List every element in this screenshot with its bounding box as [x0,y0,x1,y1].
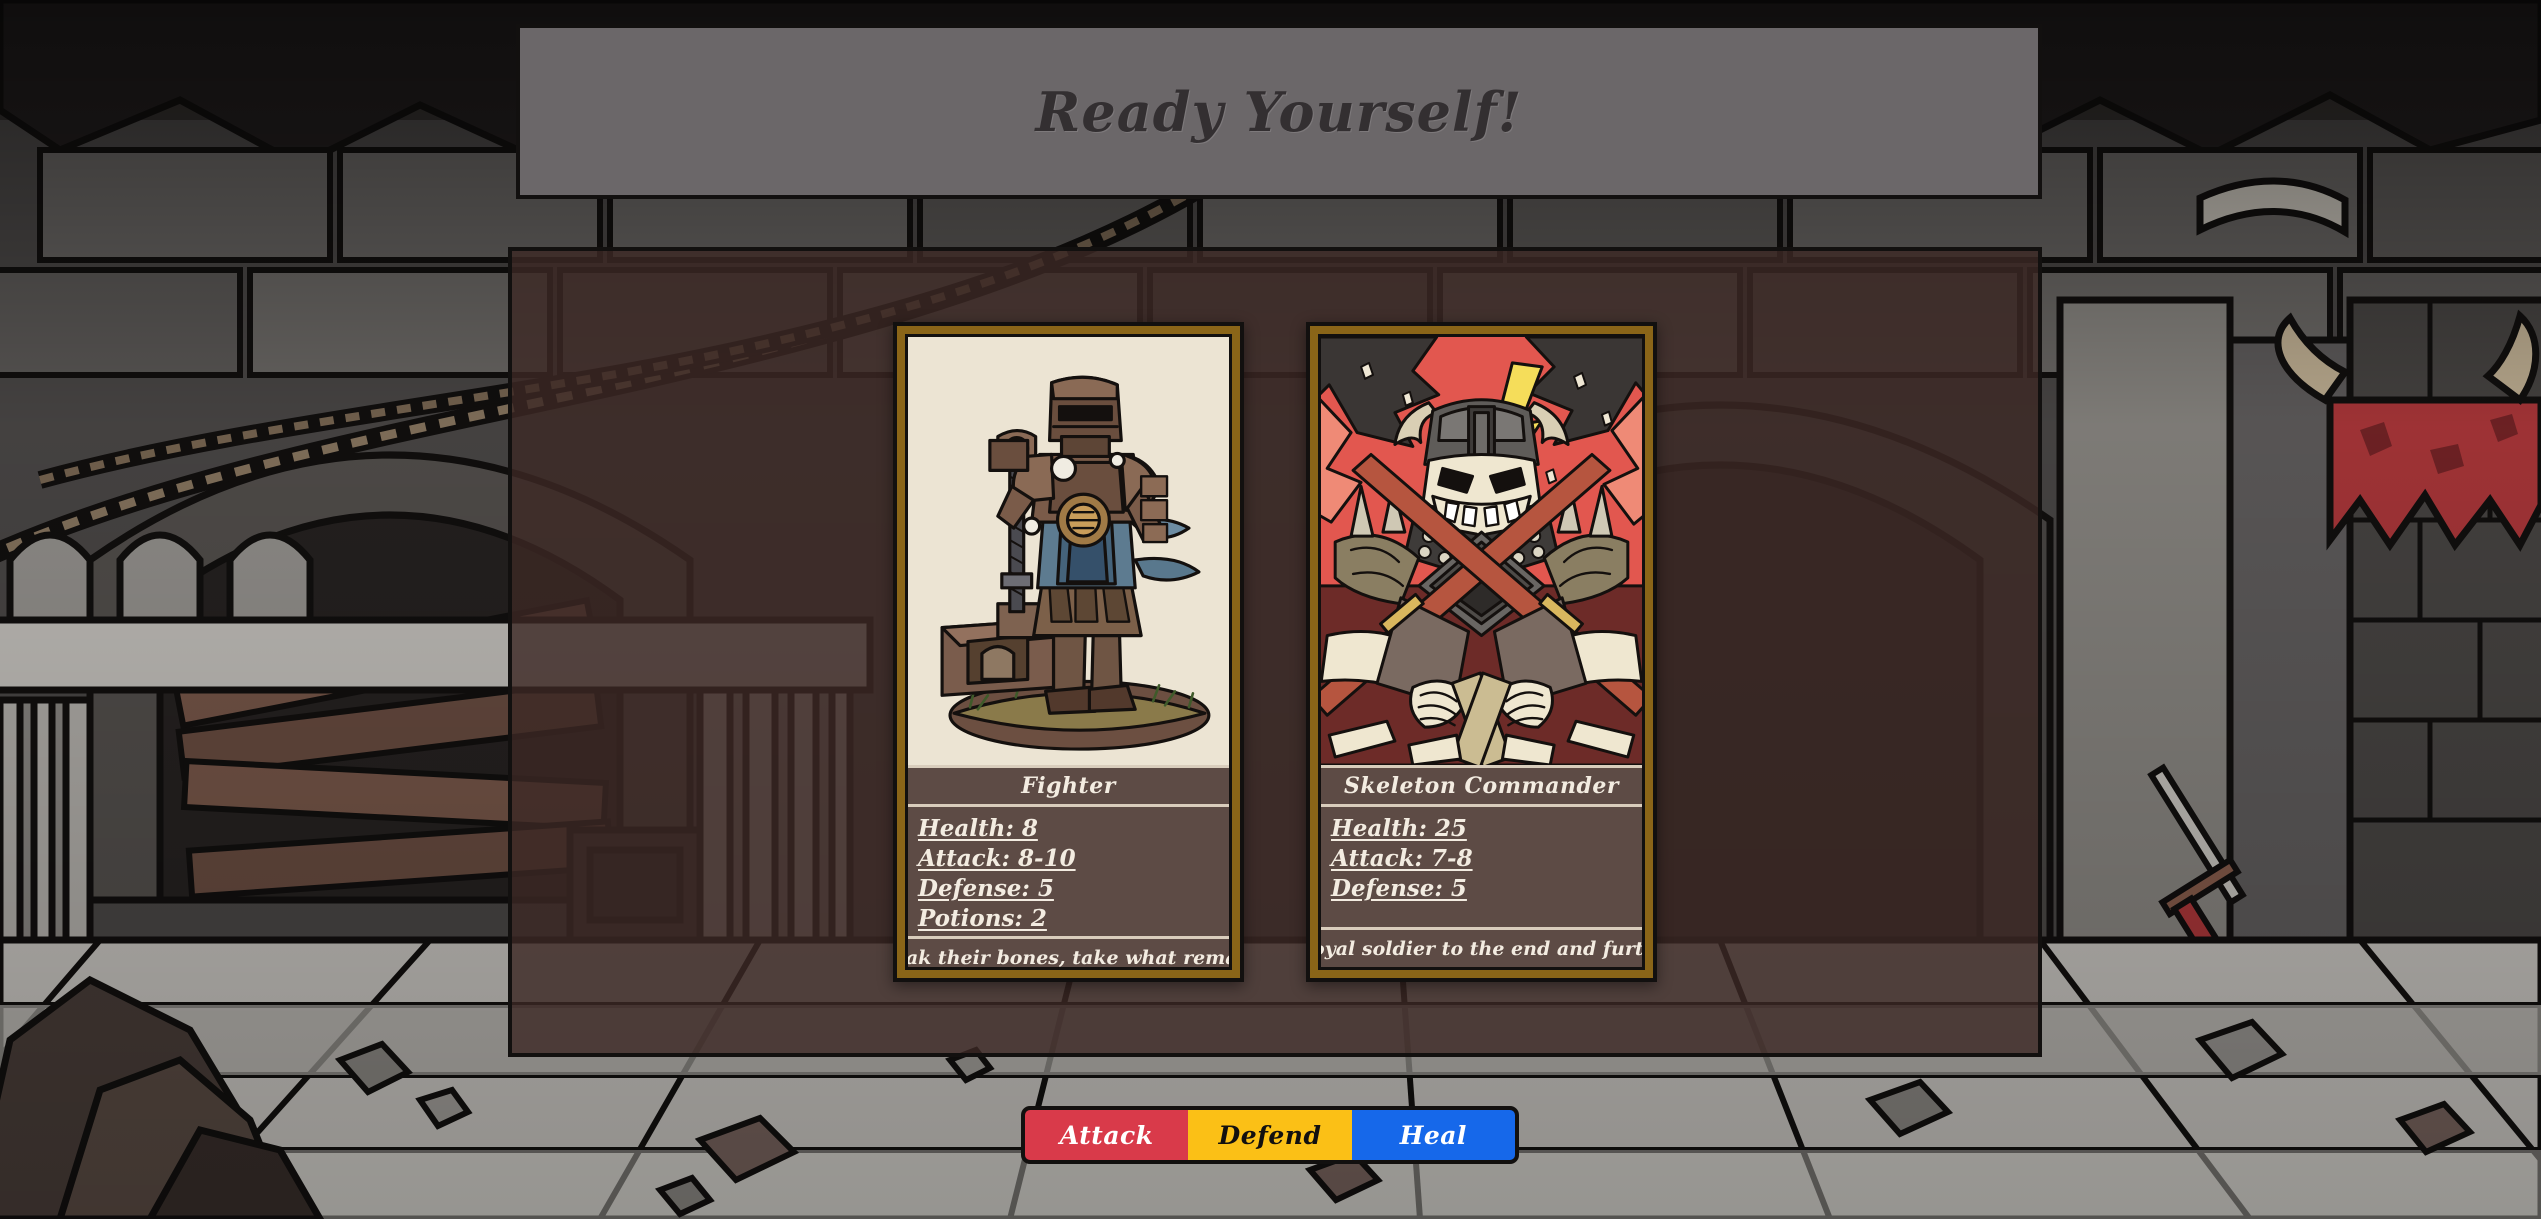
skeleton-commander-quote-bar: "A loyal soldier to the end and further" [1321,927,1642,967]
heal-button[interactable]: Heal [1351,1110,1515,1160]
page-title: Ready Yourself! [1035,79,1523,144]
stat-potions: Potions: 2 [918,905,1047,932]
skeleton-commander-stats: Health: 25 Attack: 7-8 Defense: 5 [1321,807,1642,927]
fighter-quote-bar: "Break their bones, take what remains" [905,936,1229,969]
fighter-stats: Health: 8 Attack: 8-10 Defense: 5 Potion… [908,807,1229,936]
stat-health: Health: 8 [918,815,1038,842]
action-bar: Attack Defend Heal [1021,1106,1519,1164]
game-screen: Ready Yourself! Fighter Health: 8 Attack… [0,0,2541,1219]
stat-defense: Defense: 5 [1331,875,1467,902]
card-inner: Skeleton Commander Health: 25 Attack: 7-… [1318,334,1645,970]
card-quote: "Break their bones, take what remains" [905,946,1229,969]
defend-button[interactable]: Defend [1188,1110,1352,1160]
card-name: Fighter [1021,773,1116,799]
stat-attack: Attack: 8-10 [918,845,1076,872]
skeleton-commander-card-art [1321,337,1642,765]
skeleton-commander-name-bar: Skeleton Commander [1321,765,1642,807]
card-inner: Fighter Health: 8 Attack: 8-10 Defense: … [905,334,1232,970]
fighter-card-art [908,337,1229,765]
card-name: Skeleton Commander [1344,773,1619,799]
stat-attack: Attack: 7-8 [1331,845,1473,872]
character-card-skeleton-commander[interactable]: Skeleton Commander Health: 25 Attack: 7-… [1306,322,1657,982]
combat-panel: Fighter Health: 8 Attack: 8-10 Defense: … [508,247,2042,1057]
attack-button[interactable]: Attack [1025,1110,1189,1160]
title-bar: Ready Yourself! [516,24,2042,199]
character-card-fighter[interactable]: Fighter Health: 8 Attack: 8-10 Defense: … [893,322,1244,982]
fighter-name-bar: Fighter [908,765,1229,807]
card-quote: "A loyal soldier to the end and further" [1321,937,1644,960]
stat-health: Health: 25 [1331,815,1467,842]
stat-defense: Defense: 5 [918,875,1054,902]
